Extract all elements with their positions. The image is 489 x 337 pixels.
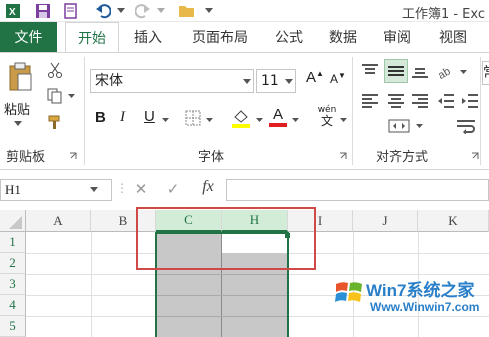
- enter-entry-icon[interactable]: ✓: [164, 180, 182, 198]
- paste-dropdown-icon[interactable]: [12, 119, 24, 129]
- ribbon-home: 粘贴 剪贴板 宋体 11 A▲ A▼ B I U A wén 文 字体 ab 对…: [0, 52, 489, 170]
- alignment-launcher-icon[interactable]: [470, 151, 480, 161]
- undo-dropdown-icon[interactable]: [112, 2, 130, 20]
- align-bottom-icon[interactable]: [410, 61, 430, 81]
- svg-text:ab: ab: [437, 65, 453, 79]
- increase-indent-icon[interactable]: [460, 91, 480, 111]
- grow-font-button[interactable]: A▲: [306, 69, 324, 86]
- font-size-value: 11: [261, 73, 279, 89]
- bold-button[interactable]: B: [95, 109, 106, 126]
- window-title: 工作簿1 - Exc: [401, 7, 485, 22]
- align-left-icon[interactable]: [360, 91, 380, 111]
- fill-color-dropdown-icon[interactable]: [254, 115, 264, 125]
- font-color-swatch: [269, 123, 287, 127]
- formula-bar: H1 ⋮ ✕ ✓ fx: [0, 172, 489, 206]
- row-header-2[interactable]: 2: [0, 253, 26, 274]
- tab-page-layout[interactable]: 页面布局: [180, 22, 260, 52]
- copy-icon[interactable]: [46, 87, 64, 105]
- formula-input[interactable]: [226, 179, 489, 201]
- phonetic-guide-button[interactable]: wén 文: [313, 105, 341, 131]
- alignment-group-label: 对齐方式: [376, 150, 429, 165]
- paste-icon[interactable]: [6, 61, 34, 93]
- font-name-dropdown-icon[interactable]: [242, 77, 252, 87]
- tab-home[interactable]: 开始: [65, 22, 119, 52]
- align-middle-icon[interactable]: [384, 59, 408, 83]
- ribbon-tabs: 文件 开始 插入 页面布局 公式 数据 审阅 视图: [0, 22, 489, 52]
- font-name-value: 宋体: [95, 73, 123, 89]
- font-color-dropdown-icon[interactable]: [290, 115, 300, 125]
- orientation-dropdown-icon[interactable]: [458, 67, 468, 77]
- tab-file[interactable]: 文件: [0, 22, 57, 52]
- row-header-3[interactable]: 3: [0, 274, 26, 295]
- group-divider: [84, 57, 85, 165]
- select-all-corner[interactable]: [0, 210, 26, 232]
- column-header-k[interactable]: K: [418, 210, 489, 232]
- qat-customize-icon[interactable]: [200, 2, 218, 20]
- tab-view[interactable]: 视图: [428, 22, 478, 52]
- print-preview-icon[interactable]: [62, 2, 80, 20]
- row-header-5[interactable]: 5: [0, 316, 26, 337]
- phonetic-dropdown-icon[interactable]: [338, 115, 348, 125]
- column-header-a[interactable]: A: [26, 210, 91, 232]
- font-size-dropdown-icon[interactable]: [284, 77, 294, 87]
- font-launcher-icon[interactable]: [338, 151, 348, 161]
- highlight-annotation: [136, 207, 316, 270]
- clipboard-group-label: 剪贴板: [6, 150, 46, 165]
- copy-dropdown-icon[interactable]: [66, 91, 76, 101]
- italic-button[interactable]: I: [120, 109, 125, 126]
- paste-button[interactable]: 粘贴: [4, 99, 30, 118]
- cut-icon[interactable]: [46, 61, 64, 79]
- redo-icon[interactable]: [134, 2, 152, 20]
- orientation-icon[interactable]: ab: [436, 61, 456, 81]
- column-header-j[interactable]: J: [353, 210, 418, 232]
- shrink-font-button[interactable]: A▼: [330, 71, 346, 86]
- underline-dropdown-icon[interactable]: [160, 115, 170, 125]
- svg-text:X: X: [9, 7, 16, 18]
- clipboard-launcher-icon[interactable]: [68, 151, 78, 161]
- tab-data[interactable]: 数据: [318, 22, 368, 52]
- borders-dropdown-icon[interactable]: [204, 115, 214, 125]
- format-painter-icon[interactable]: [46, 113, 64, 131]
- font-color-button[interactable]: A: [268, 106, 288, 130]
- tab-insert[interactable]: 插入: [122, 22, 174, 52]
- watermark-url: Www.Winwin7.com: [370, 300, 480, 314]
- title-bar: X 工作簿1 - Exc: [0, 0, 489, 22]
- gridline: [91, 232, 92, 337]
- borders-icon[interactable]: [184, 109, 202, 127]
- group-divider: [352, 57, 353, 165]
- font-name-select[interactable]: 宋体: [90, 69, 254, 93]
- save-icon[interactable]: [34, 2, 52, 20]
- align-top-icon[interactable]: [360, 61, 380, 81]
- excel-logo-icon: X: [4, 2, 22, 20]
- open-folder-icon[interactable]: [178, 2, 196, 20]
- row-header-1[interactable]: 1: [0, 232, 26, 253]
- align-right-icon[interactable]: [410, 91, 430, 111]
- formula-options-icon[interactable]: ⋮: [116, 181, 128, 195]
- redo-dropdown-icon[interactable]: [152, 2, 170, 20]
- windows-logo-icon: [334, 277, 364, 307]
- watermark-brand: Win7系统之家: [366, 281, 475, 300]
- decrease-indent-icon[interactable]: [436, 91, 456, 111]
- font-group-label: 字体: [198, 150, 225, 165]
- insert-function-icon[interactable]: fx: [198, 178, 218, 196]
- underline-button[interactable]: U: [144, 108, 155, 125]
- wrap-text-icon[interactable]: [454, 115, 480, 137]
- name-box-dropdown-icon[interactable]: [88, 184, 100, 196]
- align-center-icon[interactable]: [386, 91, 406, 111]
- fill-color-icon[interactable]: [230, 107, 252, 129]
- merge-center-icon[interactable]: [386, 115, 412, 137]
- merge-dropdown-icon[interactable]: [414, 121, 424, 131]
- undo-icon[interactable]: [94, 2, 112, 20]
- tab-review[interactable]: 审阅: [372, 22, 422, 52]
- group-divider: [480, 57, 481, 165]
- cancel-entry-icon[interactable]: ✕: [132, 180, 150, 198]
- number-format-select[interactable]: 常: [482, 61, 489, 85]
- tab-formulas[interactable]: 公式: [264, 22, 314, 52]
- row-header-4[interactable]: 4: [0, 295, 26, 316]
